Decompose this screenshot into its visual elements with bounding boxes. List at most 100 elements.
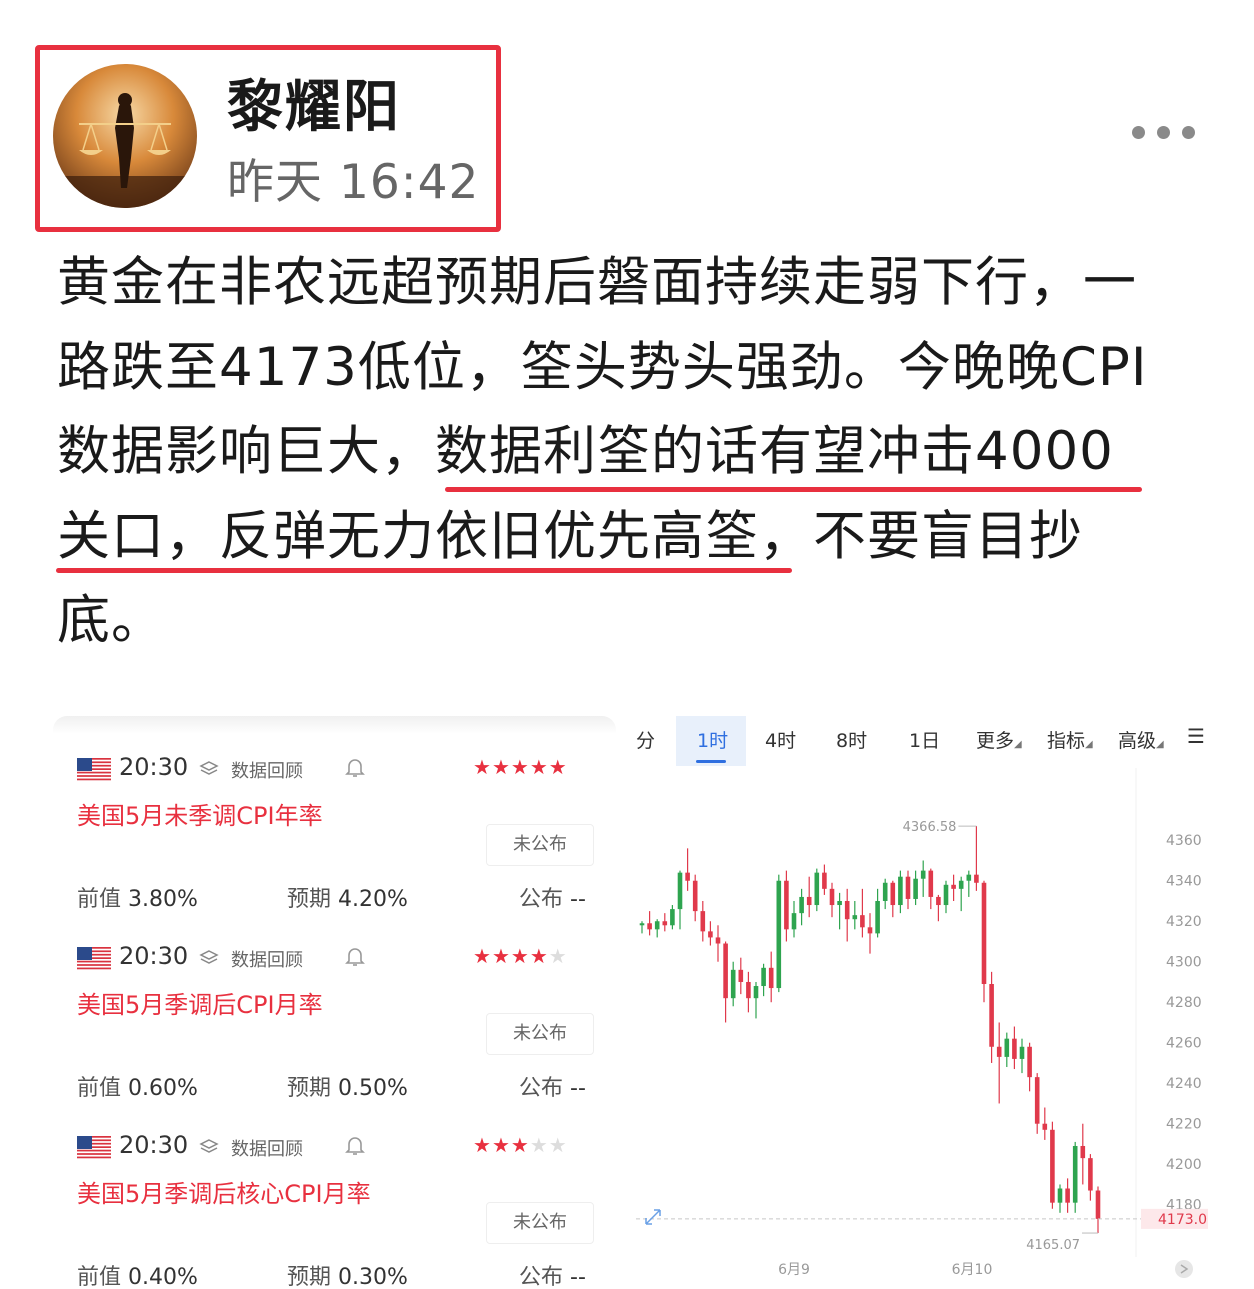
economic-calendar-panel: 20:30 数据回顾 ★★★★★ 美国5月未季调CPI年率 未公布 前值 3.8… bbox=[53, 716, 616, 1289]
candle-up bbox=[677, 872, 683, 910]
candle-down bbox=[905, 876, 911, 899]
expected-number: 0.50% bbox=[338, 1076, 408, 1101]
candle-down bbox=[974, 874, 979, 883]
expected-value: 预期 0.30% bbox=[287, 1259, 408, 1289]
layers-icon[interactable] bbox=[199, 949, 219, 967]
candle-down bbox=[844, 900, 850, 920]
calendar-event[interactable]: 20:30 数据回顾 ★★★★★ 美国5月未季调CPI年率 未公布 前值 3.8… bbox=[53, 750, 616, 930]
event-title[interactable]: 美国5月未季调CPI年率 bbox=[77, 796, 323, 831]
bell-icon[interactable] bbox=[345, 946, 365, 968]
event-time: 20:30 bbox=[119, 1131, 189, 1159]
candle-down bbox=[1050, 1129, 1055, 1203]
candle-up bbox=[730, 969, 736, 999]
star-filled-icon: ★ bbox=[510, 1133, 530, 1157]
expected-number: 4.20% bbox=[338, 887, 408, 912]
candle-down bbox=[784, 880, 789, 930]
candle-down bbox=[1095, 1190, 1101, 1219]
post-line: 关口，反弹无力依旧优先高筌，不要盲目抄 bbox=[57, 505, 1083, 567]
candle-down bbox=[692, 880, 698, 912]
previous-value: 前值 0.40% bbox=[77, 1259, 198, 1289]
data-review-link[interactable]: 数据回顾 bbox=[231, 946, 303, 972]
event-title[interactable]: 美国5月季调后核心CPI月率 bbox=[77, 1174, 371, 1209]
candle-down bbox=[996, 1046, 1002, 1057]
published-value: 公布 -- bbox=[519, 881, 586, 913]
candle-down bbox=[1012, 1038, 1017, 1059]
y-tick-label: 4320 bbox=[1166, 914, 1202, 930]
star-filled-icon: ★ bbox=[473, 944, 492, 968]
calendar-event[interactable]: 20:30 数据回顾 ★★★★★ 美国5月季调后CPI月率 未公布 前值 0.6… bbox=[53, 939, 616, 1119]
candle-up bbox=[814, 872, 820, 906]
candle-up bbox=[966, 874, 972, 881]
y-tick-label: 4220 bbox=[1166, 1117, 1202, 1133]
more-options-icon[interactable] bbox=[1126, 116, 1202, 148]
status-badge: 未公布 bbox=[486, 1013, 594, 1055]
data-review-link[interactable]: 数据回顾 bbox=[231, 757, 303, 783]
avatar-image bbox=[53, 64, 197, 208]
y-tick-label: 4280 bbox=[1166, 995, 1202, 1011]
candle-down bbox=[1088, 1158, 1093, 1191]
candle-up bbox=[791, 913, 797, 930]
y-tick-label: 4200 bbox=[1166, 1157, 1202, 1173]
x-tick-label: 6月9 bbox=[778, 1262, 810, 1278]
candle-up bbox=[670, 909, 675, 926]
candle-up bbox=[1019, 1046, 1025, 1059]
data-review-link[interactable]: 数据回顾 bbox=[231, 1135, 303, 1161]
candle-down bbox=[708, 931, 713, 938]
candle-up bbox=[1057, 1188, 1063, 1203]
candle-down bbox=[936, 896, 941, 906]
previous-number: 0.40% bbox=[128, 1265, 198, 1289]
candle-up bbox=[639, 923, 645, 926]
event-title[interactable]: 美国5月季调后CPI月率 bbox=[77, 985, 323, 1020]
expected-value: 预期 4.20% bbox=[287, 881, 408, 913]
previous-number: 0.60% bbox=[128, 1076, 198, 1101]
previous-value: 前值 0.60% bbox=[77, 1070, 198, 1102]
candle-down bbox=[1034, 1077, 1040, 1124]
previous-value: 前值 3.80% bbox=[77, 881, 198, 913]
candle-up bbox=[1004, 1038, 1010, 1057]
panel-top-edge bbox=[53, 716, 616, 734]
price-chart-panel: 分 1时 4时 8时 1日 更多◢ 指标◢ 高级◢ ☰ 4360 4340 4320… bbox=[636, 712, 1208, 1287]
published-value: 公布 -- bbox=[519, 1259, 586, 1289]
author-avatar[interactable] bbox=[53, 64, 197, 208]
candle-down bbox=[1027, 1046, 1032, 1078]
star-filled-icon: ★ bbox=[491, 944, 511, 968]
published-label: 公布 bbox=[519, 1076, 564, 1101]
star-filled-icon: ★ bbox=[473, 755, 492, 779]
candle-down bbox=[768, 967, 774, 989]
previous-label: 前值 bbox=[77, 887, 122, 912]
candle-down bbox=[1042, 1123, 1048, 1130]
us-flag-icon bbox=[77, 758, 111, 782]
post-timestamp: 昨天 16:42 bbox=[227, 155, 480, 210]
candle-up bbox=[852, 915, 858, 920]
candle-up bbox=[1072, 1145, 1078, 1203]
candle-down bbox=[662, 921, 668, 926]
post-content: 黄金在非农远超预期后磐面持续走弱下行，一 路跌至4173低位，筌头势头强劲。今晚… bbox=[57, 241, 1197, 664]
calendar-event[interactable]: 20:30 数据回顾 ★★★★★ 美国5月季调后核心CPI月率 未公布 前值 0… bbox=[53, 1128, 616, 1289]
published-label: 公布 bbox=[519, 1265, 564, 1289]
bell-icon[interactable] bbox=[345, 757, 365, 779]
previous-label: 前值 bbox=[77, 1265, 122, 1289]
author-name[interactable]: 黎耀阳 bbox=[227, 62, 401, 143]
layers-icon[interactable] bbox=[199, 1138, 219, 1156]
importance-stars: ★★★★★ bbox=[473, 1133, 568, 1157]
expected-label: 预期 bbox=[287, 1076, 332, 1101]
layers-icon[interactable] bbox=[199, 760, 219, 778]
status-badge: 未公布 bbox=[486, 1202, 594, 1244]
star-filled-icon: ★ bbox=[491, 755, 511, 779]
candle-up bbox=[958, 880, 964, 889]
status-badge: 未公布 bbox=[486, 824, 594, 866]
candlestick-chart[interactable]: 4360434043204300428042604240422042004180… bbox=[636, 712, 1208, 1287]
published-value: 公布 -- bbox=[519, 1070, 586, 1102]
bell-icon[interactable] bbox=[345, 1135, 365, 1157]
candle-up bbox=[837, 900, 842, 906]
event-time: 20:30 bbox=[119, 753, 189, 781]
candle-up bbox=[913, 878, 918, 899]
candle-down bbox=[829, 888, 835, 906]
candle-down bbox=[700, 911, 706, 932]
candle-down bbox=[867, 927, 873, 934]
candle-down bbox=[647, 923, 652, 930]
y-tick-label: 4240 bbox=[1166, 1076, 1202, 1092]
expected-value: 预期 0.50% bbox=[287, 1070, 408, 1102]
star-filled-icon: ★ bbox=[529, 944, 549, 968]
importance-stars: ★★★★★ bbox=[473, 755, 568, 779]
